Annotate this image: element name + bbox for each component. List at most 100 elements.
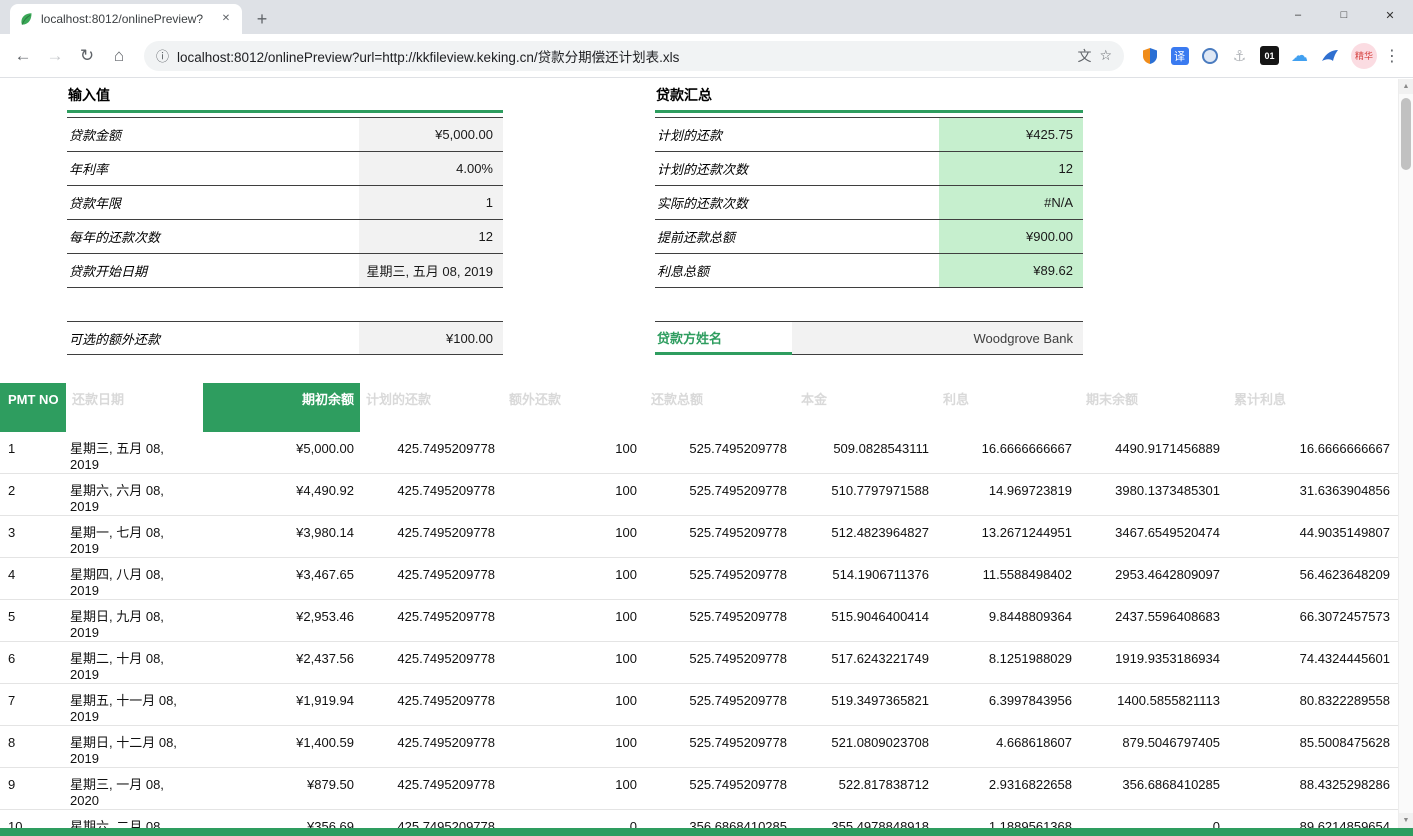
header-ending-balance: 期末余额 xyxy=(1080,383,1228,432)
tab-title: localhost:8012/onlinePreview? xyxy=(41,12,211,26)
input-panel: 输入值 贷款金额¥5,000.00年利率4.00%贷款年限1每年的还款次数12贷… xyxy=(67,85,503,355)
table-cell: 425.7495209778 xyxy=(360,432,503,474)
forward-button[interactable]: → xyxy=(40,41,70,71)
input-panel-title: 输入值 xyxy=(67,85,503,113)
row-label: 计划的还款次数 xyxy=(655,152,939,185)
table-cell: 9.8448809364 xyxy=(937,600,1080,642)
table-cell: 13.2671244951 xyxy=(937,516,1080,558)
row-value: 12 xyxy=(939,152,1083,185)
bookmark-star-icon[interactable]: ☆ xyxy=(1099,47,1112,64)
scroll-down-button[interactable]: ▼ xyxy=(1399,813,1413,828)
header-total-payment: 还款总额 xyxy=(645,383,795,432)
close-button[interactable]: ✕ xyxy=(1367,0,1413,30)
table-cell: 100 xyxy=(503,516,645,558)
table-cell: 星期二, 十月 08, 2019 xyxy=(66,642,203,684)
input-row: 每年的还款次数12 xyxy=(67,220,503,254)
input-row: 贷款年限1 xyxy=(67,186,503,220)
browser-tab[interactable]: localhost:8012/onlinePreview? ✕ xyxy=(10,4,242,34)
row-label: 可选的额外还款 xyxy=(67,322,359,354)
table-cell: 522.817838712 xyxy=(795,768,937,810)
address-bar[interactable]: ⓘ localhost:8012/onlinePreview?url=http:… xyxy=(144,41,1124,71)
translate-icon[interactable]: 文 xyxy=(1077,46,1091,66)
table-cell: 425.7495209778 xyxy=(360,684,503,726)
table-cell: ¥3,467.65 xyxy=(203,558,360,600)
table-cell: 11.5588498402 xyxy=(937,558,1080,600)
row-value: 12 xyxy=(359,220,503,253)
scrollbar-thumb[interactable] xyxy=(1401,98,1411,170)
table-cell: 509.0828543111 xyxy=(795,432,937,474)
bird-extension-icon[interactable] xyxy=(1320,46,1339,65)
table-row: 9星期三, 一月 08, 2020¥879.50425.749520977810… xyxy=(0,768,1398,810)
input-row: 提前还款总额¥900.00 xyxy=(655,220,1083,254)
page-info-icon[interactable]: ⓘ xyxy=(156,46,169,65)
browser-menu-icon[interactable]: ⋮ xyxy=(1379,43,1405,69)
row-value: 星期三, 五月 08, 2019 xyxy=(359,254,503,287)
header-payment-date: 还款日期 xyxy=(66,383,203,432)
table-cell: 2.9316822658 xyxy=(937,768,1080,810)
table-header-row: PMT NO 还款日期 期初余额 计划的还款 额外还款 还款总额 本金 利息 期… xyxy=(0,383,1398,432)
preview-content: 输入值 贷款金额¥5,000.00年利率4.00%贷款年限1每年的还款次数12贷… xyxy=(0,79,1413,836)
table-cell: 425.7495209778 xyxy=(360,516,503,558)
amortization-table: PMT NO 还款日期 期初余额 计划的还款 额外还款 还款总额 本金 利息 期… xyxy=(0,383,1398,836)
table-cell: 100 xyxy=(503,558,645,600)
extensions-area: 译 ⚓ 01 ☁ xyxy=(1134,46,1345,65)
spreadsheet-preview: 输入值 贷款金额¥5,000.00年利率4.00%贷款年限1每年的还款次数12贷… xyxy=(0,79,1398,836)
row-label: 每年的还款次数 xyxy=(67,220,359,253)
input-row: 年利率4.00% xyxy=(67,152,503,186)
back-button[interactable]: ← xyxy=(8,41,38,71)
translate-extension-icon[interactable]: 译 xyxy=(1170,46,1189,65)
table-cell: 3467.6549520474 xyxy=(1080,516,1228,558)
table-cell: ¥1,919.94 xyxy=(203,684,360,726)
header-cumulative-interest: 累计利息 xyxy=(1228,383,1398,432)
window-controls: – □ ✕ xyxy=(1275,0,1413,30)
table-cell: ¥4,490.92 xyxy=(203,474,360,516)
row-value: 4.00% xyxy=(359,152,503,185)
table-cell: 425.7495209778 xyxy=(360,600,503,642)
profile-avatar[interactable]: 精华 xyxy=(1351,43,1377,69)
cloud-extension-icon[interactable]: ☁ xyxy=(1290,46,1309,65)
table-cell: ¥2,953.46 xyxy=(203,600,360,642)
tab-strip: localhost:8012/onlinePreview? ✕ + – □ ✕ xyxy=(0,0,1413,34)
tab-close-icon[interactable]: ✕ xyxy=(218,11,234,27)
table-cell: ¥1,400.59 xyxy=(203,726,360,768)
table-cell: 100 xyxy=(503,600,645,642)
top-panels: 输入值 贷款金额¥5,000.00年利率4.00%贷款年限1每年的还款次数12贷… xyxy=(0,79,1398,346)
globe-extension-icon[interactable] xyxy=(1200,46,1219,65)
table-cell: 星期五, 十一月 08, 2019 xyxy=(66,684,203,726)
row-label: 贷款金额 xyxy=(67,118,359,151)
table-cell: 100 xyxy=(503,768,645,810)
table-cell: 525.7495209778 xyxy=(645,558,795,600)
anchor-extension-icon[interactable]: ⚓ xyxy=(1230,46,1249,65)
new-tab-button[interactable]: + xyxy=(248,5,276,33)
counter-badge-extension-icon[interactable]: 01 xyxy=(1260,46,1279,65)
row-value: ¥900.00 xyxy=(939,220,1083,253)
table-cell: 515.9046400414 xyxy=(795,600,937,642)
scroll-up-button[interactable]: ▲ xyxy=(1399,79,1413,94)
row-label: 贷款年限 xyxy=(67,186,359,219)
table-cell: 525.7495209778 xyxy=(645,768,795,810)
table-cell: 6 xyxy=(0,642,66,684)
table-cell: 5 xyxy=(0,600,66,642)
refresh-button[interactable]: ↻ xyxy=(72,41,102,71)
table-cell: 1400.5855821113 xyxy=(1080,684,1228,726)
table-cell: 2 xyxy=(0,474,66,516)
table-cell: 星期日, 九月 08, 2019 xyxy=(66,600,203,642)
table-cell: 9 xyxy=(0,768,66,810)
input-rows: 贷款金额¥5,000.00年利率4.00%贷款年限1每年的还款次数12贷款开始日… xyxy=(67,117,503,288)
input-row: 计划的还款¥425.75 xyxy=(655,118,1083,152)
vertical-scrollbar[interactable]: ▲ ▼ xyxy=(1398,79,1413,828)
browser-toolbar: ← → ↻ ⌂ ⓘ localhost:8012/onlinePreview?u… xyxy=(0,34,1413,78)
table-row: 8星期日, 十二月 08, 2019¥1,400.59425.749520977… xyxy=(0,726,1398,768)
input-row: 贷款金额¥5,000.00 xyxy=(67,118,503,152)
table-cell: 8 xyxy=(0,726,66,768)
table-cell: 1 xyxy=(0,432,66,474)
shield-extension-icon[interactable] xyxy=(1140,46,1159,65)
minimize-button[interactable]: – xyxy=(1275,0,1321,30)
table-cell: 519.3497365821 xyxy=(795,684,937,726)
row-label: 贷款开始日期 xyxy=(67,254,359,287)
table-row: 5星期日, 九月 08, 2019¥2,953.46425.7495209778… xyxy=(0,600,1398,642)
maximize-button[interactable]: □ xyxy=(1321,0,1367,30)
table-cell: 7 xyxy=(0,684,66,726)
home-button[interactable]: ⌂ xyxy=(104,41,134,71)
table-cell: 16.6666666667 xyxy=(1228,432,1398,474)
